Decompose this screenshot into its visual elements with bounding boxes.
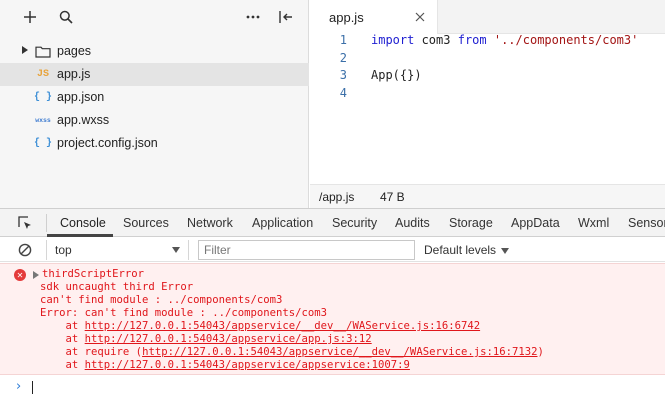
code-string: '../components/com3' [493, 33, 639, 47]
file-explorer: pages JS app.js { } app.json wxss app.wx… [0, 0, 309, 208]
line-number: 3 [339, 68, 347, 82]
error-line: can't find module : ../components/com3 [40, 294, 283, 306]
context-value: top [55, 243, 72, 257]
tab-label: app.js [329, 10, 364, 25]
error-header: thirdScriptError [42, 268, 145, 280]
code-text: App({}) [371, 68, 422, 82]
error-line: sdk uncaught third Error [40, 281, 194, 293]
explorer-toolbar [0, 0, 309, 34]
code-line[interactable]: 2 [310, 51, 665, 69]
plus-icon[interactable] [21, 8, 39, 26]
chevron-down-icon [172, 247, 180, 253]
file-path: /app.js [319, 190, 355, 204]
devtools-panel: Console Sources Network Application Secu… [0, 208, 665, 403]
code-identifier: com3 [414, 33, 458, 47]
stack-frame: at require (http://127.0.0.1:54043/appse… [40, 346, 544, 359]
stack-link[interactable]: http://127.0.0.1:54043/appservice/__dev_… [85, 320, 480, 332]
tab-console[interactable]: Console [60, 216, 106, 230]
inspect-element-icon[interactable] [17, 215, 33, 231]
close-icon[interactable] [414, 11, 426, 23]
tree-item-label: app.json [57, 90, 105, 104]
console-prompt[interactable]: › [0, 376, 665, 398]
folder-icon [34, 43, 52, 59]
file-size: 47 B [380, 190, 405, 204]
line-number: 4 [339, 86, 347, 100]
stack-prefix: at [40, 333, 85, 345]
active-tab-indicator [47, 234, 113, 237]
code-line[interactable]: 1 import com3 from '../components/com3' [310, 33, 665, 51]
tab-appdata[interactable]: AppData [511, 216, 560, 230]
tab-wxml[interactable]: Wxml [578, 216, 609, 230]
clear-console-icon[interactable] [18, 243, 32, 257]
tree-item-label: app.js [57, 67, 91, 81]
stack-prefix: at require ( [40, 346, 143, 358]
wxss-file-icon: wxss [35, 116, 51, 124]
expand-arrow-icon[interactable] [33, 271, 39, 279]
stack-prefix: at [40, 359, 85, 371]
tab-application[interactable]: Application [252, 216, 313, 230]
file-tree: pages JS app.js { } app.json wxss app.wx… [0, 40, 309, 155]
js-file-icon: JS [36, 68, 49, 80]
error-icon: ✕ [14, 269, 26, 281]
toolbar-divider [46, 214, 47, 232]
code-editor: app.js 1 import com3 from '../components… [310, 0, 665, 208]
tree-item-app-js[interactable]: JS app.js [0, 63, 309, 86]
line-number: 2 [339, 51, 347, 65]
tab-storage[interactable]: Storage [449, 216, 493, 230]
stack-link[interactable]: http://127.0.0.1:54043/appservice/appser… [85, 359, 410, 371]
console-error-message[interactable]: ✕ thirdScriptError sdk uncaught third Er… [0, 263, 665, 375]
stack-link[interactable]: http://127.0.0.1:54043/appservice/app.js… [85, 333, 372, 345]
stack-frame: at http://127.0.0.1:54043/appservice/app… [40, 359, 410, 372]
editor-tab-strip: app.js [310, 0, 665, 34]
code-text: import com3 from '../components/com3' [371, 33, 638, 47]
log-levels-dropdown[interactable]: Default levels [424, 243, 496, 257]
tree-item-app-json[interactable]: { } app.json [0, 86, 309, 109]
line-number: 1 [339, 33, 347, 47]
json-file-icon: { } [34, 91, 53, 103]
tab-sensor[interactable]: Sensor [628, 216, 665, 230]
json-file-icon: { } [34, 137, 53, 149]
console-toolbar: top Default levels [0, 238, 665, 262]
error-line: Error: can't find module : ../components… [40, 307, 328, 319]
ellipsis-icon[interactable] [244, 8, 262, 26]
stack-link[interactable]: http://127.0.0.1:54043/appservice/__dev_… [142, 346, 537, 358]
code-keyword: import [371, 33, 415, 47]
devtools-tab-bar: Console Sources Network Application Secu… [0, 209, 665, 237]
stack-frame: at http://127.0.0.1:54043/appservice/__d… [40, 320, 481, 333]
context-select[interactable]: top [46, 240, 189, 260]
tab-network[interactable]: Network [187, 216, 233, 230]
expand-arrow-icon[interactable] [22, 46, 28, 54]
code-line[interactable]: 4 [310, 86, 665, 104]
filter-input[interactable] [198, 240, 415, 260]
stack-prefix: at [40, 320, 85, 332]
tree-item-label: app.wxss [57, 113, 110, 127]
code-line[interactable]: 3 App({}) [310, 68, 665, 86]
code-keyword: from [457, 33, 487, 47]
search-icon[interactable] [57, 8, 75, 26]
tree-item-label: pages [57, 44, 92, 58]
tab-security[interactable]: Security [332, 216, 377, 230]
tree-item-pages[interactable]: pages [0, 40, 309, 63]
stack-suffix: ) [537, 346, 544, 358]
tab-audits[interactable]: Audits [395, 216, 430, 230]
tree-item-label: project.config.json [57, 136, 158, 150]
chevron-down-icon[interactable] [501, 248, 509, 254]
stack-frame: at http://127.0.0.1:54043/appservice/app… [40, 333, 372, 346]
tree-item-app-wxss[interactable]: wxss app.wxss [0, 109, 309, 132]
editor-status-bar: /app.js 47 B [310, 184, 665, 208]
text-caret [32, 381, 33, 394]
collapse-sidebar-icon[interactable] [277, 8, 295, 26]
tab-sources[interactable]: Sources [123, 216, 169, 230]
tab-app-js[interactable]: app.js [310, 0, 438, 34]
chevron-right-icon: › [16, 379, 22, 394]
tree-item-project-config-json[interactable]: { } project.config.json [0, 132, 309, 155]
